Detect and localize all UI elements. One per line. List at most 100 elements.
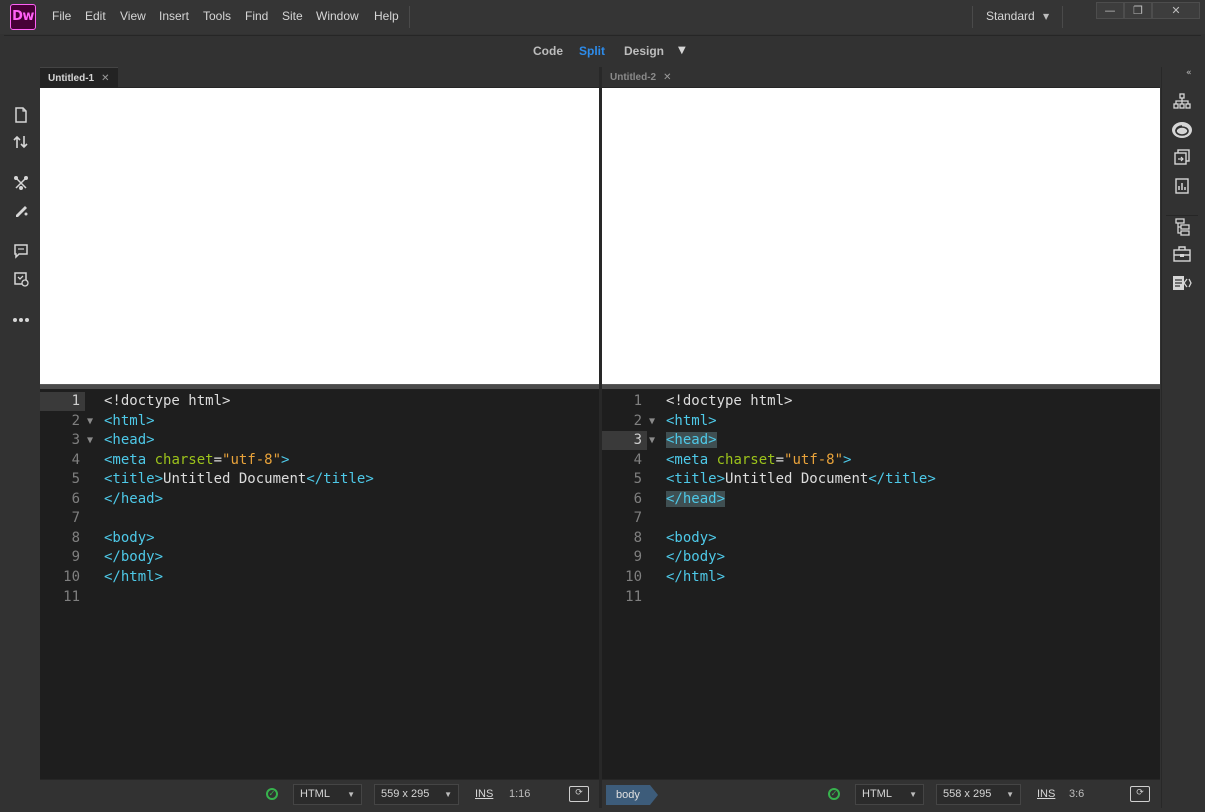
close-icon[interactable]: ✕ bbox=[663, 72, 671, 83]
validate-icon[interactable] bbox=[11, 271, 31, 289]
code-text: <html> bbox=[104, 412, 155, 429]
fold-arrow-icon[interactable]: ▼ bbox=[649, 431, 655, 450]
line-number: 8 bbox=[71, 529, 80, 546]
code-line[interactable]: 9 </body> bbox=[40, 548, 599, 567]
code-line[interactable]: 8 <body> bbox=[602, 529, 1160, 548]
window-size-select[interactable]: 559 x 295 ▼ bbox=[374, 784, 459, 805]
minimize-button[interactable]: — bbox=[1096, 2, 1124, 19]
code-line[interactable]: 11 bbox=[602, 588, 1160, 607]
chevron-down-icon[interactable]: ▼ bbox=[1043, 12, 1049, 21]
no-errors-check-icon[interactable]: ✓ bbox=[266, 788, 278, 800]
menu-divider bbox=[409, 6, 410, 28]
live-preview-icon[interactable]: ⟳ bbox=[1130, 786, 1150, 802]
menu-help[interactable]: Help bbox=[374, 9, 399, 23]
document-pane-2: Untitled-2 ✕ 1 <!doctype html> 2 ▼ <html> 3 ▼ <h… bbox=[602, 67, 1160, 808]
tag-selector-body[interactable]: body bbox=[606, 785, 658, 805]
design-view-canvas[interactable] bbox=[40, 88, 599, 384]
code-line[interactable]: 9 </body> bbox=[602, 548, 1160, 567]
collapse-panels-icon[interactable]: « bbox=[1186, 68, 1192, 78]
menu-edit[interactable]: Edit bbox=[85, 9, 106, 23]
code-text: <body> bbox=[666, 529, 717, 546]
code-text: <body> bbox=[104, 529, 155, 546]
workspace-switcher[interactable]: Standard bbox=[986, 9, 1035, 23]
code-line[interactable]: 7 bbox=[602, 509, 1160, 528]
code-line[interactable]: 1 <!doctype html> bbox=[40, 392, 599, 411]
menu-site[interactable]: Site bbox=[282, 9, 303, 23]
code-text: </html> bbox=[666, 568, 726, 585]
insert-mode-toggle[interactable]: INS bbox=[475, 788, 493, 800]
ruler-icon[interactable] bbox=[11, 202, 31, 220]
code-text: </body> bbox=[666, 549, 726, 566]
code-line[interactable]: 3 ▼ <head> bbox=[40, 431, 599, 450]
document-type-select[interactable]: HTML ▼ bbox=[293, 784, 362, 805]
code-line[interactable]: 7 bbox=[40, 509, 599, 528]
close-icon[interactable]: ✕ bbox=[101, 73, 109, 84]
no-errors-check-icon[interactable]: ✓ bbox=[828, 788, 840, 800]
transfer-icon[interactable] bbox=[11, 134, 31, 152]
code-editor[interactable]: 1 <!doctype html> 2 ▼ <html> 3 ▼ <head> 4 <meta c… bbox=[40, 389, 599, 779]
document-tab-1[interactable]: Untitled-1 ✕ bbox=[40, 67, 118, 88]
fold-arrow-icon[interactable]: ▼ bbox=[649, 412, 655, 431]
document-toolbar bbox=[4, 67, 39, 808]
file-icon[interactable] bbox=[11, 107, 31, 125]
insert-mode-toggle[interactable]: INS bbox=[1037, 788, 1055, 800]
document-type-value: HTML bbox=[862, 788, 892, 800]
menu-file[interactable]: File bbox=[52, 9, 71, 23]
live-preview-icon[interactable]: ⟳ bbox=[569, 786, 589, 802]
more-icon[interactable] bbox=[11, 311, 31, 329]
site-tree-icon[interactable] bbox=[1171, 93, 1193, 111]
code-text: <html> bbox=[666, 412, 717, 429]
view-options-chevron-icon[interactable]: ▼ bbox=[678, 45, 686, 56]
extract-icon[interactable] bbox=[11, 175, 31, 193]
window-size-select[interactable]: 558 x 295 ▼ bbox=[936, 784, 1021, 805]
assets-icon[interactable] bbox=[1171, 178, 1193, 196]
document-tab-2[interactable]: Untitled-2 ✕ bbox=[602, 67, 680, 88]
creative-cloud-icon[interactable] bbox=[1171, 121, 1193, 139]
design-view-canvas[interactable] bbox=[602, 88, 1160, 384]
code-line[interactable]: 5 <title>Untitled Document</title> bbox=[602, 470, 1160, 489]
menu-view[interactable]: View bbox=[120, 9, 146, 23]
code-text: <!doctype html> bbox=[666, 393, 793, 409]
code-line[interactable]: 5 <title>Untitled Document</title> bbox=[40, 470, 599, 489]
document-type-select[interactable]: HTML ▼ bbox=[855, 784, 924, 805]
split-view-button[interactable]: Split bbox=[579, 44, 605, 58]
maximize-button[interactable]: ❐ bbox=[1124, 2, 1152, 19]
code-line[interactable]: 10 </html> bbox=[602, 568, 1160, 587]
view-switcher-bar: Code Split Design ▼ bbox=[4, 35, 1201, 66]
code-line[interactable]: 6 </head> bbox=[40, 490, 599, 509]
insert-icon[interactable] bbox=[1171, 246, 1193, 264]
comment-icon[interactable] bbox=[11, 243, 31, 261]
code-line[interactable]: 3 ▼ <head> bbox=[602, 431, 1160, 451]
chevron-down-icon: ▼ bbox=[347, 790, 355, 799]
code-line[interactable]: 10 </html> bbox=[40, 568, 599, 587]
line-number: 6 bbox=[71, 490, 80, 507]
code-editor[interactable]: 1 <!doctype html> 2 ▼ <html> 3 ▼ <head> 4 <meta c… bbox=[602, 389, 1160, 779]
code-line[interactable]: 6 </head> bbox=[602, 490, 1160, 509]
line-number: 10 bbox=[625, 568, 642, 585]
dom-icon[interactable] bbox=[1171, 218, 1193, 236]
design-view-button[interactable]: Design bbox=[624, 44, 664, 58]
files-icon[interactable] bbox=[1171, 149, 1193, 167]
code-line[interactable]: 2 ▼ <html> bbox=[602, 412, 1160, 431]
menu-find[interactable]: Find bbox=[245, 9, 268, 23]
code-view-button[interactable]: Code bbox=[533, 44, 563, 58]
document-tab-strip: Untitled-1 ✕ bbox=[40, 67, 599, 88]
menu-insert[interactable]: Insert bbox=[159, 9, 189, 23]
fold-arrow-icon[interactable]: ▼ bbox=[87, 412, 93, 431]
toolbar-divider bbox=[1166, 215, 1198, 216]
code-line[interactable]: 4 <meta charset="utf-8"> bbox=[40, 451, 599, 470]
code-text: <meta charset="utf-8"> bbox=[104, 451, 290, 468]
code-line[interactable]: 1 <!doctype html> bbox=[602, 392, 1160, 411]
menu-tools[interactable]: Tools bbox=[203, 9, 231, 23]
code-line[interactable]: 11 bbox=[40, 588, 599, 607]
close-button[interactable]: ✕ bbox=[1152, 2, 1200, 19]
code-line[interactable]: 2 ▼ <html> bbox=[40, 412, 599, 431]
menu-window[interactable]: Window bbox=[316, 9, 359, 23]
line-number: 7 bbox=[71, 510, 80, 527]
document-tab-strip: Untitled-2 ✕ bbox=[602, 67, 1160, 88]
fold-arrow-icon[interactable]: ▼ bbox=[87, 431, 93, 450]
code-line[interactable]: 8 <body> bbox=[40, 529, 599, 548]
css-designer-icon[interactable] bbox=[1171, 275, 1193, 293]
code-line[interactable]: 4 <meta charset="utf-8"> bbox=[602, 451, 1160, 470]
code-text: </head> bbox=[666, 490, 726, 507]
